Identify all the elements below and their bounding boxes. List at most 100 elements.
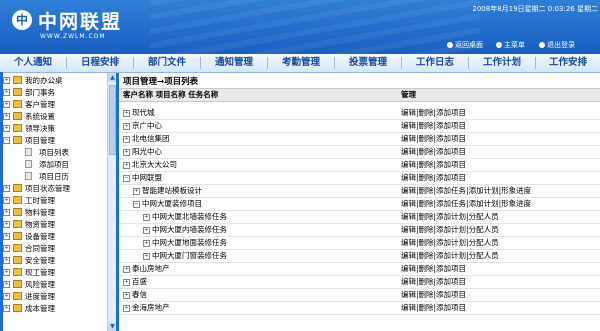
folder-icon <box>13 100 22 108</box>
expand-icon[interactable]: + <box>3 209 10 216</box>
table-row: + 现代城 编辑|删除|添加项目 <box>119 107 600 120</box>
expand-icon[interactable]: + <box>123 278 130 286</box>
row-actions[interactable]: 编辑|删除|添加任务|添加计划|形象进度 <box>401 198 531 210</box>
expand-icon[interactable]: + <box>3 113 10 120</box>
expand-icon[interactable]: + <box>143 252 150 260</box>
folder-icon <box>13 268 22 276</box>
header-banner: 中 中网联盟 WWW.ZWLM.COM 2008年8月19日星期二 0:03:2… <box>0 0 600 54</box>
table-row: + 北电信集团 编辑|删除|添加项目 <box>119 133 600 146</box>
row-actions[interactable]: 编辑|删除|添加项目 <box>401 172 466 184</box>
nav-item-personal-notice[interactable]: 个人通知 <box>0 54 66 72</box>
expand-icon[interactable]: + <box>123 304 130 312</box>
row-actions[interactable]: 编辑|删除|添加任务|添加计划|形象进度 <box>401 185 531 197</box>
expand-icon[interactable]: + <box>143 213 150 221</box>
breadcrumb: 项目管理→项目列表 <box>123 77 199 87</box>
nav-item-voting[interactable]: 投票管理 <box>335 54 401 72</box>
row-actions[interactable]: 编辑|删除|添加计划|分配人员 <box>401 224 499 236</box>
table-row: + 中网大厦地面装修任务 编辑|删除|添加计划|分配人员 <box>119 237 600 250</box>
table-row: + 京广中心 编辑|删除|添加项目 <box>119 120 600 133</box>
expand-icon[interactable]: + <box>123 265 130 273</box>
folder-icon <box>13 304 22 312</box>
row-actions[interactable]: 编辑|删除|添加项目 <box>401 159 466 171</box>
row-actions[interactable]: 编辑|删除|添加项目 <box>401 120 466 132</box>
expand-icon[interactable]: + <box>3 77 10 84</box>
main-menu-link[interactable]: 主菜单 <box>496 40 525 50</box>
folder-icon <box>13 76 22 84</box>
expand-icon[interactable]: + <box>3 125 10 132</box>
table-row: + 中网大厦门窗装修任务 编辑|删除|添加计划|分配人员 <box>119 250 600 263</box>
logo-text: 中网联盟 <box>38 11 123 33</box>
nav-item-attendance[interactable]: 考勤管理 <box>268 54 334 72</box>
collapse-icon[interactable]: − <box>133 200 140 208</box>
expand-icon[interactable]: + <box>3 233 10 240</box>
expand-icon[interactable]: + <box>123 161 130 169</box>
expand-icon[interactable]: + <box>3 101 10 108</box>
row-actions[interactable]: 编辑|删除|添加项目 <box>401 146 466 158</box>
expand-icon[interactable]: + <box>3 269 10 276</box>
row-actions[interactable]: 编辑|删除|添加项目 <box>401 133 466 145</box>
document-icon <box>25 148 32 156</box>
expand-icon[interactable]: + <box>123 291 130 299</box>
expand-icon[interactable]: + <box>123 148 130 156</box>
expand-icon[interactable]: + <box>3 89 10 96</box>
folder-icon <box>13 280 22 288</box>
table-row: + 智能建站模板设计 编辑|删除|添加任务|添加计划|形象进度 <box>119 185 600 198</box>
collapse-icon[interactable]: − <box>123 174 130 182</box>
expand-icon[interactable]: + <box>3 197 10 204</box>
sidebar-tree: + 我的办公桌 + 部门事务 + 客户管理 + 系统设置 + 领导决策 − 项目管理 项目列… <box>3 73 107 331</box>
expand-icon[interactable]: + <box>3 305 10 312</box>
return-desktop-link[interactable]: 返回桌面 <box>447 40 483 50</box>
column-header-names: 客户名称 项目名称 任务名称 <box>123 90 219 99</box>
folder-icon <box>13 232 22 240</box>
column-header-manage: 管理 <box>401 90 416 99</box>
table-row: − 中网联盟 编辑|删除|添加项目 <box>119 172 600 185</box>
expand-icon[interactable]: + <box>3 257 10 264</box>
main-content: 项目管理→项目列表 客户名称 项目名称 任务名称 管理 + 现代城 编辑|删除|添加… <box>119 73 600 331</box>
row-actions[interactable]: 编辑|删除|添加项目 <box>401 289 466 301</box>
expand-icon[interactable]: + <box>123 109 130 117</box>
row-actions[interactable]: 编辑|删除|添加计划|分配人员 <box>401 237 499 249</box>
bullet-icon <box>447 42 453 48</box>
folder-icon <box>13 208 22 216</box>
folder-icon <box>13 124 22 132</box>
expand-icon[interactable]: + <box>123 135 130 143</box>
expand-icon[interactable]: + <box>143 239 150 247</box>
expand-icon[interactable]: + <box>3 281 10 288</box>
document-icon <box>25 172 32 180</box>
folder-icon <box>13 112 22 120</box>
expand-icon[interactable]: + <box>133 187 140 195</box>
nav-item-work-arrangement[interactable]: 工作安排 <box>536 54 600 72</box>
row-actions[interactable]: 编辑|删除|添加项目 <box>401 107 466 119</box>
nav-item-work-plan[interactable]: 工作计划 <box>469 54 535 72</box>
row-actions[interactable]: 编辑|删除|添加项目 <box>401 276 466 288</box>
folder-icon <box>13 220 22 228</box>
folder-open-icon <box>13 136 22 144</box>
nav-item-department-files[interactable]: 部门文件 <box>134 54 200 72</box>
expand-icon[interactable]: + <box>143 226 150 234</box>
expand-icon[interactable]: + <box>123 122 130 130</box>
row-actions[interactable]: 编辑|删除|添加计划|分配人员 <box>401 211 499 223</box>
expand-icon[interactable]: + <box>3 245 10 252</box>
logout-link[interactable]: 退出登录 <box>539 40 575 50</box>
table-header: 客户名称 项目名称 任务名称 管理 <box>119 88 600 102</box>
table-row: + 北京大大公司 编辑|删除|添加项目 <box>119 159 600 172</box>
expand-icon[interactable]: + <box>3 293 10 300</box>
expand-icon[interactable]: + <box>3 221 10 228</box>
expand-icon[interactable]: + <box>3 185 10 192</box>
header-decoration <box>150 0 480 54</box>
table-row: + 中网大厦北墙装修任务 编辑|删除|添加计划|分配人员 <box>119 211 600 224</box>
row-actions[interactable]: 编辑|删除|添加项目 <box>401 302 466 314</box>
bullet-icon <box>539 42 545 48</box>
folder-icon <box>13 244 22 252</box>
logo-url: WWW.ZWLM.COM <box>40 33 106 40</box>
collapse-icon[interactable]: − <box>3 137 10 144</box>
row-actions[interactable]: 编辑|删除|添加计划|分配人员 <box>401 250 499 262</box>
nav-item-notice-management[interactable]: 通知管理 <box>201 54 267 72</box>
scroll-thumb[interactable] <box>109 85 116 155</box>
nav-item-work-log[interactable]: 工作日志 <box>402 54 468 72</box>
table-row: + 阳光中心 编辑|删除|添加项目 <box>119 146 600 159</box>
nav-item-schedule[interactable]: 日程安排 <box>67 54 133 72</box>
table-row: + 百盛 编辑|删除|添加项目 <box>119 276 600 289</box>
folder-icon <box>13 256 22 264</box>
row-actions[interactable]: 编辑|删除|添加项目 <box>401 263 466 275</box>
